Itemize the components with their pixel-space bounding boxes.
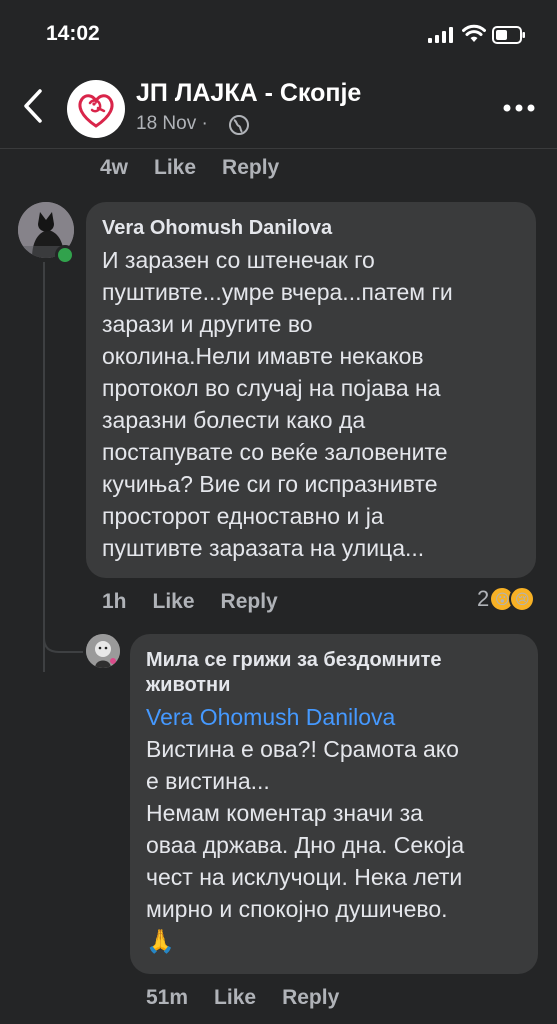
reaction-summary[interactable]: 2 😮 😢 (477, 586, 536, 612)
reply-button[interactable]: Reply (221, 590, 278, 613)
reply-line: мирно и спокојно душичево. (146, 896, 448, 922)
reply-text: Вистина е ова?! Срамота ако е вистина...… (146, 733, 522, 957)
comment-line: протокол во случај на појава на (102, 375, 441, 401)
comment-text: И заразен со штенечак го пуштивте...умре… (102, 244, 520, 564)
reply-author[interactable]: Мила се грижи за бездомните животни (146, 648, 522, 698)
reply-button[interactable]: Reply (282, 986, 339, 1009)
battery-icon (492, 26, 525, 44)
thread-line (43, 262, 45, 672)
folded-hands-emoji: 🙏 (146, 928, 175, 954)
comment-bubble: Vera Ohomush Danilova И заразен со штене… (86, 202, 536, 578)
comment-line: просторот едноставно и ја (102, 503, 384, 529)
like-button[interactable]: Like (214, 986, 256, 1009)
dog-photo-icon (86, 634, 120, 668)
more-options-icon[interactable] (503, 104, 535, 112)
comment-line: кучиња? Вие си го испразнивте (102, 471, 438, 497)
globe-icon (229, 115, 249, 135)
previous-comment-actions: 4w Like Reply (100, 156, 305, 180)
comment-line: постапувате со веќе заловените (102, 439, 448, 465)
comment-line: пуштивте заразата на улица... (102, 535, 425, 561)
lajka-logo-icon (78, 94, 114, 128)
comment-line: заразни болести како да (102, 407, 366, 433)
comment-age: 1h (102, 590, 127, 613)
page-name[interactable]: ЈП ЛАЈКА - Скопје (136, 79, 361, 108)
author-line: Мила се грижи за бездомните (146, 649, 442, 671)
mention-link[interactable]: Vera Ohomush Danilova (146, 701, 522, 733)
like-button[interactable]: Like (153, 590, 195, 613)
comment-line: И заразен со штенечак го (102, 247, 375, 273)
reply-actions: 51m Like Reply (146, 986, 365, 1010)
header-divider (0, 148, 557, 149)
reaction-count: 2 (477, 586, 490, 611)
post-date[interactable]: 18 Nov · (136, 113, 208, 135)
comment-age: 4w (100, 156, 129, 179)
cellular-signal-icon (428, 27, 453, 43)
like-button[interactable]: Like (154, 156, 196, 179)
sad-reaction-icon: 😢 (509, 586, 536, 612)
comment-actions: 1h Like Reply (102, 590, 304, 614)
page-avatar[interactable] (67, 80, 125, 138)
comment-line: зарази и другите во (102, 311, 313, 337)
reply-bubble: Мила се грижи за бездомните животни Vera… (130, 634, 538, 974)
reply-line: Немам коментар значи за (146, 800, 423, 826)
online-status-dot (55, 245, 75, 265)
reply-line: Вистина е ова?! Срамота ако (146, 736, 459, 762)
comment-age: 51m (146, 986, 189, 1009)
reply-line: е вистина... (146, 768, 270, 794)
reply-line: оваа држава. Дно дна. Секоја (146, 832, 465, 858)
comment-author[interactable]: Vera Ohomush Danilova (102, 216, 520, 241)
status-time: 14:02 (46, 22, 100, 45)
comment-line: пуштивте...умре вчера...патем ги (102, 279, 453, 305)
wifi-icon (462, 24, 486, 42)
avatar[interactable] (86, 634, 120, 668)
back-arrow-icon[interactable] (22, 88, 44, 124)
comment-line: околина.Нели имавте некаков (102, 343, 424, 369)
author-line: животни (146, 674, 231, 696)
reply-button[interactable]: Reply (222, 156, 279, 179)
reply-line: чест на исклучоци. Нека лети (146, 864, 463, 890)
